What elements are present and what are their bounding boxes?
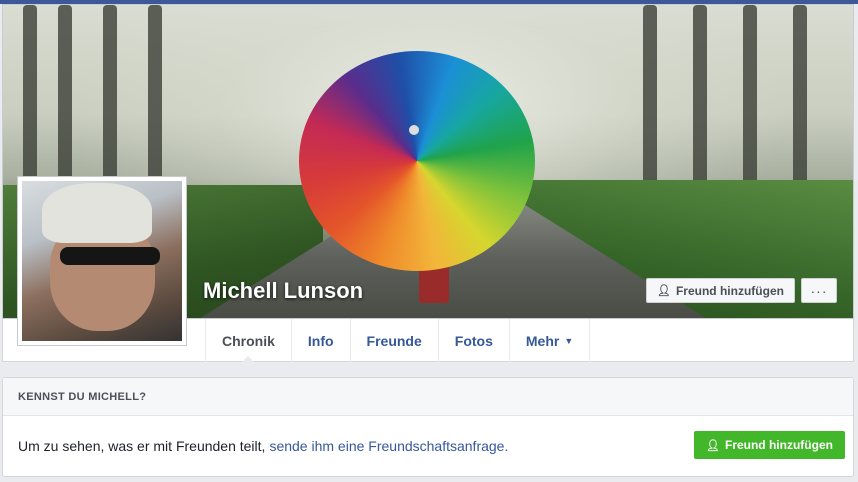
add-friend-button-green[interactable]: 👤︎ Freund hinzufügen — [694, 431, 845, 459]
cover-tree — [793, 5, 807, 205]
tab-info[interactable]: Info — [292, 319, 351, 362]
tab-mehr[interactable]: Mehr ▼ — [510, 319, 591, 362]
profile-picture[interactable] — [17, 176, 187, 346]
more-options-button[interactable]: ··· — [801, 278, 837, 303]
cover-tree — [693, 5, 707, 205]
cover-tree — [58, 5, 72, 205]
tab-label: Info — [307, 332, 334, 349]
tab-label: Freunde — [366, 332, 422, 349]
user-plus-icon: 👤︎ — [657, 285, 671, 297]
profile-name[interactable]: Michell Lunson — [203, 278, 363, 304]
profile-tabs: Chronik Info Freunde Fotos Mehr ▼ — [205, 319, 591, 363]
chevron-down-icon: ▼ — [564, 335, 574, 346]
tab-label: Fotos — [454, 332, 493, 349]
add-friend-button[interactable]: 👤︎ Freund hinzufügen — [646, 278, 795, 303]
cover-tree — [23, 5, 37, 205]
tab-freunde[interactable]: Freunde — [351, 319, 439, 362]
friend-request-link[interactable]: sende ihm eine Freundschaftsanfrage. — [269, 438, 508, 454]
cover-tree — [643, 5, 657, 205]
avatar-sunglasses — [60, 247, 160, 265]
avatar-hair — [42, 183, 152, 243]
tab-fotos[interactable]: Fotos — [439, 319, 510, 362]
add-friend-label: Freund hinzufügen — [675, 283, 784, 298]
cover-tree — [103, 5, 117, 205]
cover-tree — [148, 5, 162, 205]
tab-chronik[interactable]: Chronik — [205, 319, 292, 363]
tab-label: Mehr — [525, 332, 560, 349]
cover-umbrella — [299, 51, 535, 271]
more-options-icon: ··· — [810, 282, 828, 299]
cover-tree — [743, 5, 757, 205]
know-user-card-title: KENNST DU MICHELL? — [3, 378, 853, 416]
avatar — [22, 181, 182, 341]
know-user-card-body: Um zu sehen, was er mit Freunden teilt, … — [3, 416, 853, 476]
know-user-text: Um zu sehen, was er mit Freunden teilt, — [18, 438, 266, 454]
tab-label: Chronik — [222, 332, 275, 349]
know-user-card: KENNST DU MICHELL? Um zu sehen, was er m… — [2, 377, 854, 477]
user-plus-icon: 👤︎ — [706, 439, 720, 452]
add-friend-label: Freund hinzufügen — [724, 438, 833, 452]
